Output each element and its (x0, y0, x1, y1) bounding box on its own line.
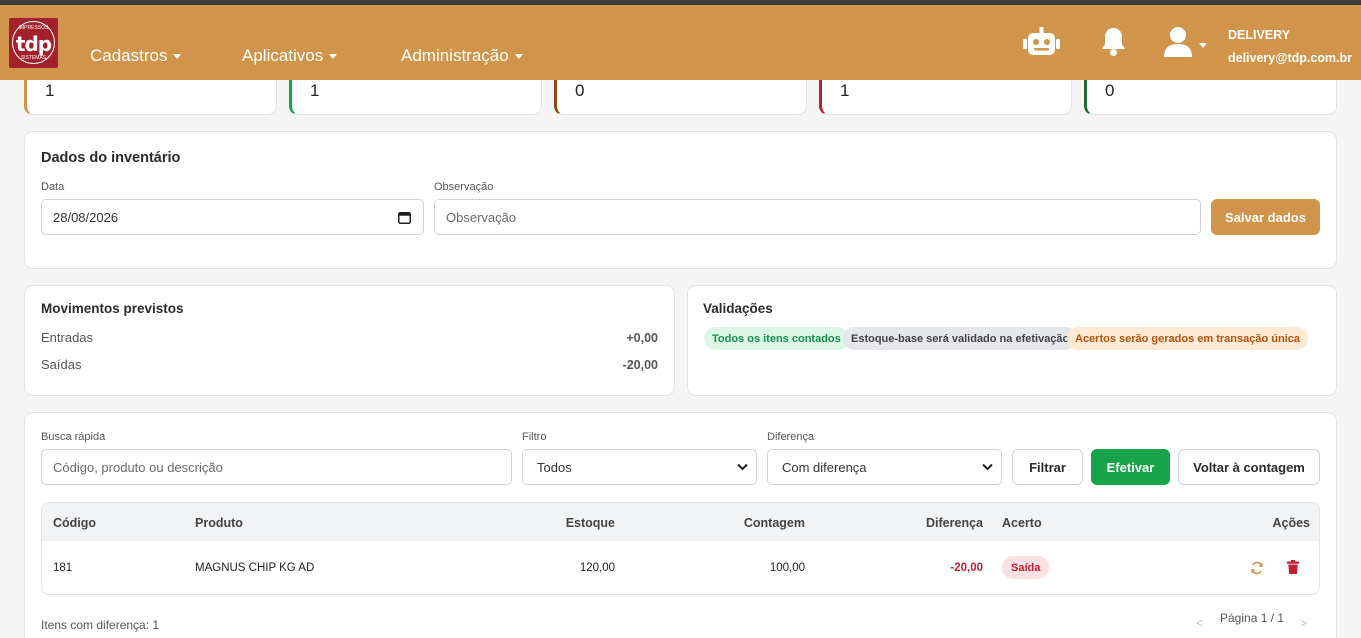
cell-contagem: 100,00 (769, 562, 805, 574)
chevron-down-icon (737, 463, 748, 471)
th-acerto[interactable]: Acerto (1002, 516, 1042, 530)
th-codigo[interactable]: Código (53, 516, 96, 530)
saidas-label: Saídas (41, 357, 82, 372)
th-contagem[interactable]: Contagem (702, 516, 805, 530)
th-acoes: Ações (1272, 516, 1310, 530)
entradas-label: Entradas (41, 330, 94, 345)
th-diferenca[interactable]: Diferença (882, 516, 983, 530)
calendar-icon[interactable] (398, 211, 411, 224)
cell-diferenca: -20,00 (950, 562, 983, 574)
validations-title: Validações (703, 301, 773, 316)
validation-pill-adjust: Acertos serão gerados em transação única (1067, 327, 1308, 350)
diff-label: Diferença (767, 431, 815, 443)
prev-page-button[interactable]: < (1196, 616, 1203, 630)
inventory-title: Dados do inventário (41, 150, 181, 166)
chevron-down-icon (982, 463, 993, 471)
th-estoque[interactable]: Estoque (522, 516, 615, 530)
observation-input[interactable]: Observação (434, 199, 1201, 235)
search-label: Busca rápida (41, 431, 106, 443)
th-produto[interactable]: Produto (195, 516, 243, 530)
movements-title: Movimentos previstos (41, 301, 184, 316)
user-icon[interactable] (1162, 25, 1196, 59)
save-button[interactable]: Salvar dados (1211, 199, 1320, 235)
user-caret-icon[interactable] (1199, 43, 1207, 48)
saidas-value: -20,00 (622, 358, 658, 372)
date-input[interactable]: 28/08/2026 (41, 199, 424, 235)
search-input[interactable]: Código, produto ou descrição (41, 449, 512, 485)
items-with-diff: Itens com diferença: 1 (41, 618, 160, 632)
refresh-icon[interactable] (1250, 561, 1264, 575)
cell-estoque: 120,00 (579, 562, 615, 574)
caret-down-icon (514, 53, 523, 59)
caret-down-icon (329, 53, 338, 59)
caret-down-icon (173, 53, 182, 59)
next-page-button[interactable]: > (1300, 616, 1307, 630)
table-row[interactable]: 181 MAGNUS CHIP KG AD 120,00 100,00 -20,… (41, 541, 1320, 595)
efetivar-button[interactable]: Efetivar (1091, 449, 1170, 485)
validation-pill-stock: Estoque-base será validado na efetivação (843, 327, 1078, 350)
app-logo[interactable]: IMPRESSOS tdp SISTEMAS (9, 18, 58, 68)
cell-codigo: 181 (53, 562, 73, 574)
entradas-value: +0,00 (626, 331, 658, 345)
trash-icon[interactable] (1287, 560, 1299, 574)
bell-icon[interactable] (1100, 26, 1127, 57)
navbar: IMPRESSOS tdp SISTEMAS Cadastros Aplicat… (0, 5, 1361, 80)
filter-button[interactable]: Filtrar (1012, 449, 1083, 485)
menu-administracao[interactable]: Administração (401, 46, 523, 66)
cell-produto: MAGNUS CHIP KG AD (195, 562, 315, 574)
menu-cadastros[interactable]: Cadastros (90, 46, 182, 66)
back-to-count-button[interactable]: Voltar à contagem (1178, 449, 1320, 485)
table-header: Código Produto Estoque Contagem Diferenç… (41, 502, 1320, 542)
obs-label: Observação (434, 181, 494, 193)
user-email: delivery@tdp.com.br (1228, 51, 1353, 65)
filter-label: Filtro (522, 431, 547, 443)
difference-select[interactable]: Com diferença (767, 449, 1002, 485)
robot-icon[interactable] (1023, 27, 1060, 59)
date-label: Data (41, 181, 65, 193)
user-name: DELIVERY (1228, 28, 1291, 42)
acerto-badge: Saída (1002, 556, 1050, 579)
page-indicator: Página 1 / 1 (1220, 611, 1285, 625)
filter-select[interactable]: Todos (522, 449, 757, 485)
validation-pill-counted: Todos os itens contados (704, 327, 849, 350)
menu-aplicativos[interactable]: Aplicativos (242, 46, 338, 66)
